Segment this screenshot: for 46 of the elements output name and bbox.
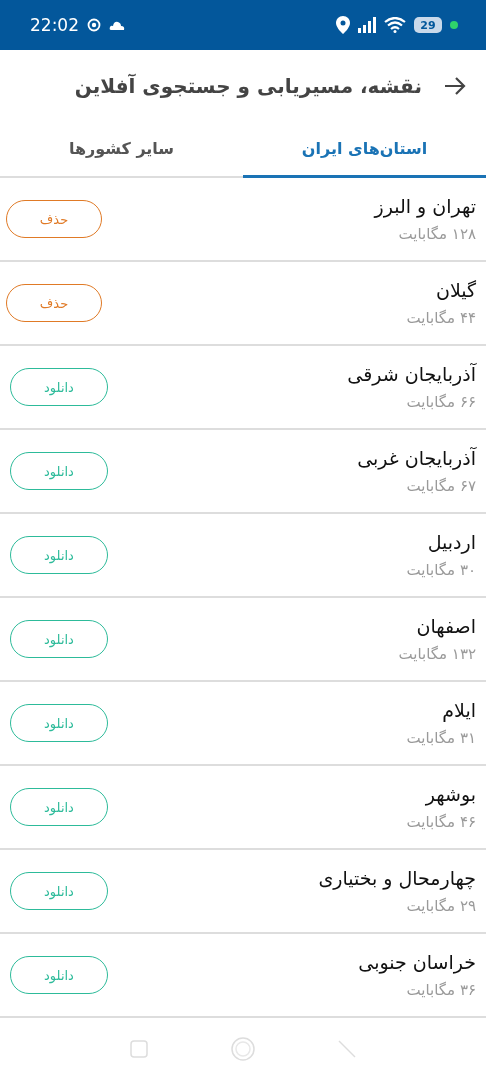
back-button[interactable] xyxy=(444,76,466,96)
region-name: خراسان جنوبی xyxy=(358,951,476,973)
region-name: بوشهر xyxy=(425,783,476,805)
back-arrow-icon xyxy=(444,76,466,96)
region-name: آذربایجان شرقی xyxy=(347,363,476,385)
region-size: ۴۶ مگابایت xyxy=(406,813,476,831)
region-name: اصفهان xyxy=(416,615,476,637)
download-button[interactable]: دانلود xyxy=(10,872,108,910)
location-pin-icon xyxy=(336,16,350,34)
download-button[interactable]: دانلود xyxy=(10,704,108,742)
region-name: آذربایجان غربی xyxy=(357,447,476,469)
region-size: ۲۹ مگابایت xyxy=(406,897,476,915)
region-size: ۶۷ مگابایت xyxy=(406,477,476,495)
tab[interactable]: سایر کشورها xyxy=(0,122,243,178)
home-icon[interactable] xyxy=(230,1036,256,1062)
download-button[interactable]: دانلود xyxy=(10,536,108,574)
region-size: ۳۶ مگابایت xyxy=(406,981,476,999)
region-size: ۳۰ مگابایت xyxy=(406,561,476,579)
download-button[interactable]: دانلود xyxy=(10,620,108,658)
signal-icon xyxy=(358,17,376,33)
region-size: ۱۳۲ مگابایت xyxy=(398,645,476,663)
download-button[interactable]: دانلود xyxy=(10,368,108,406)
delete-button[interactable]: حذف xyxy=(6,200,102,238)
region-name: تهران و البرز xyxy=(374,195,476,217)
battery-indicator: 29 xyxy=(414,17,442,33)
region-name: گیلان xyxy=(435,279,476,301)
region-name: ایلام xyxy=(442,699,476,721)
status-dot-icon xyxy=(450,21,458,29)
tab[interactable]: استان‌های ایران xyxy=(243,122,486,178)
download-button[interactable]: دانلود xyxy=(10,788,108,826)
recent-apps-icon[interactable] xyxy=(130,1040,148,1058)
clock: 22:02 xyxy=(30,15,79,35)
target-icon xyxy=(87,18,101,32)
wifi-icon xyxy=(384,17,406,33)
cloud-icon xyxy=(109,20,125,30)
download-button[interactable]: دانلود xyxy=(10,452,108,490)
delete-button[interactable]: حذف xyxy=(6,284,102,322)
region-name: اردبیل xyxy=(427,531,476,553)
region-size: ۱۲۸ مگابایت xyxy=(398,225,476,243)
region-name: چهارمحال و بختیاری xyxy=(318,867,476,889)
region-size: ۳۱ مگابایت xyxy=(406,729,476,747)
region-size: ۴۴ مگابایت xyxy=(406,309,476,327)
page-title: نقشه، مسیریابی و جستجوی آفلاین xyxy=(74,74,422,98)
region-size: ۶۶ مگابایت xyxy=(406,393,476,411)
download-button[interactable]: دانلود xyxy=(10,956,108,994)
back-icon[interactable] xyxy=(338,1040,356,1058)
